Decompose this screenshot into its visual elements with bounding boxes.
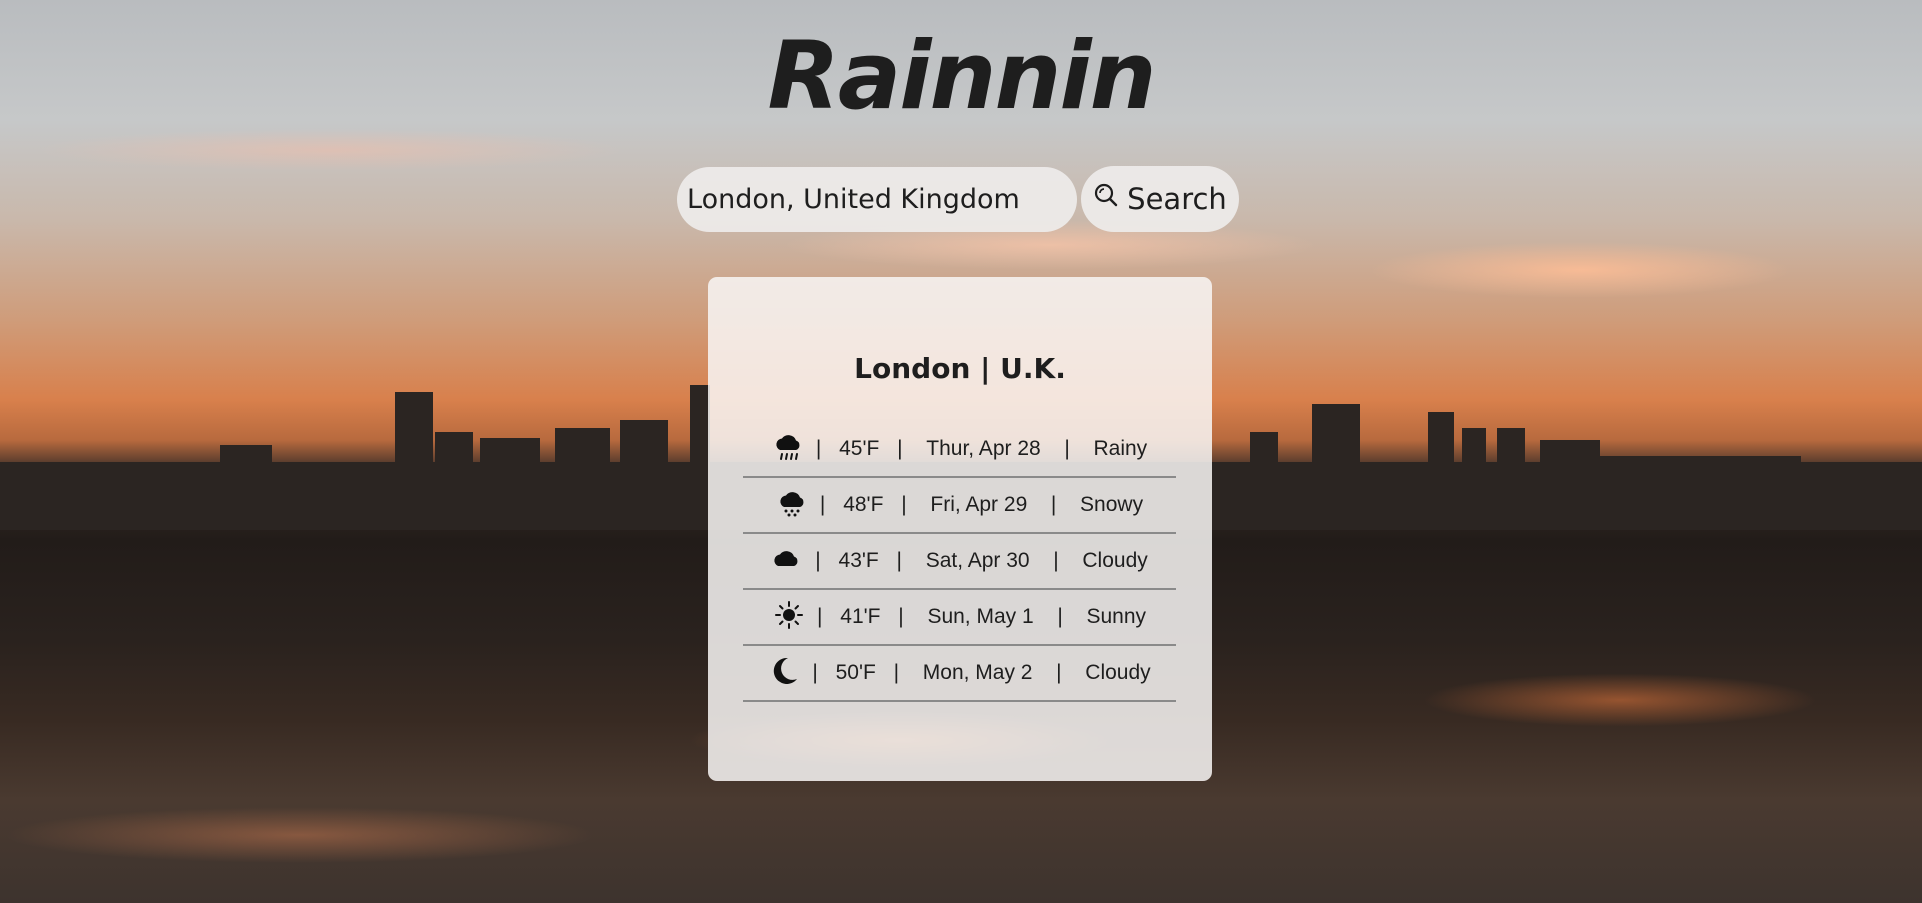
sun-icon <box>773 599 805 631</box>
app-title: Rainnin <box>767 22 1156 131</box>
forecast-row: | 50'F | Mon, May 2 | Cloudy <box>743 646 1176 702</box>
search-icon <box>1095 183 1118 207</box>
search-button-label: Search <box>1127 182 1227 216</box>
forecast-condition: Sunny <box>1086 605 1147 628</box>
forecast-row: | 41'F | Sun, May 1 | Sunny <box>743 590 1176 646</box>
cloud-icon <box>771 543 803 575</box>
forecast-row: | 48'F | Fri, Apr 29 | Snowy <box>743 478 1176 534</box>
forecast-date: Sat, Apr 30 <box>925 549 1030 572</box>
forecast-temp: 45'F <box>839 437 880 460</box>
search-input[interactable] <box>677 167 1077 232</box>
forecast-temp: 43'F <box>838 549 879 572</box>
search-button[interactable]: Search <box>1081 166 1239 232</box>
forecast-date: Fri, Apr 29 <box>930 493 1028 516</box>
forecast-list: | 45'F | Thur, Apr 28 | Rainy | 48'F | F… <box>743 422 1176 702</box>
forecast-condition: Cloudy <box>1082 549 1148 572</box>
forecast-condition: Rainy <box>1093 437 1148 460</box>
location-title: London | U.K. <box>854 352 1066 385</box>
forecast-condition: Cloudy <box>1085 661 1151 684</box>
forecast-temp: 50'F <box>835 661 876 684</box>
weather-card: London | U.K. | 45'F | Thur, Apr 28 | Ra… <box>708 277 1212 781</box>
forecast-condition: Snowy <box>1080 493 1144 516</box>
forecast-date: Mon, May 2 <box>922 661 1033 684</box>
moon-icon <box>768 655 800 687</box>
forecast-date: Thur, Apr 28 <box>926 437 1041 460</box>
forecast-row: | 43'F | Sat, Apr 30 | Cloudy <box>743 534 1176 590</box>
forecast-temp: 41'F <box>840 605 881 628</box>
forecast-date: Sun, May 1 <box>927 605 1034 628</box>
forecast-row: | 45'F | Thur, Apr 28 | Rainy <box>743 422 1176 478</box>
rain-cloud-icon <box>772 431 804 463</box>
forecast-temp: 48'F <box>843 493 884 516</box>
snow-cloud-icon <box>776 487 808 519</box>
